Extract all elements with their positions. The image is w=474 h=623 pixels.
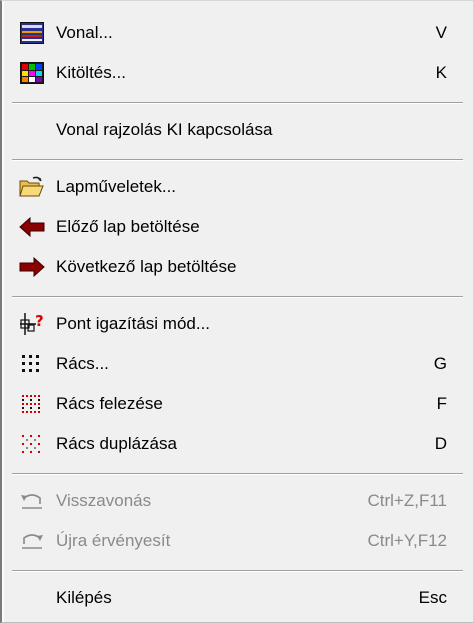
menu-separator: [12, 159, 463, 161]
menu-item-label: Vonal rajzolás KI kapcsolása: [56, 120, 273, 139]
menu-item-label: Kitöltés...: [56, 63, 126, 82]
grid-icon: [18, 350, 46, 378]
menu-item-label: Rács duplázása: [56, 434, 177, 453]
menu-item-grid-double[interactable]: Rács duplázása D: [2, 426, 473, 462]
menu-item-shortcut: G: [433, 354, 447, 373]
menu-item-label: Következő lap betöltése: [56, 257, 237, 276]
arrow-left-icon: [18, 213, 46, 241]
menu-item-label: Rács felezése: [56, 394, 163, 413]
menu-item-label: Lapműveletek...: [56, 177, 177, 196]
menu-item-exit[interactable]: Kilépés Esc: [2, 580, 473, 616]
menu-item-label: Előző lap betöltése: [56, 217, 200, 236]
menu-item-undo[interactable]: Visszavonás Ctrl+Z,F11: [2, 483, 473, 519]
menu-item-previous-page[interactable]: Előző lap betöltése: [2, 209, 473, 245]
menu-item-snap-mode[interactable]: ? Pont igazítási mód...: [2, 306, 473, 342]
menu-item-next-page[interactable]: Következő lap betöltése: [2, 249, 473, 285]
context-menu: Vonal... V Kitöltés... K Vonal rajzolás …: [0, 0, 474, 623]
menu-item-grid[interactable]: Rács... G: [2, 346, 473, 382]
menu-item-grid-halve[interactable]: Rács felezése F: [2, 386, 473, 422]
menu-item-label: Kilépés: [56, 588, 112, 607]
menu-item-line[interactable]: Vonal... V: [2, 15, 473, 51]
arrow-right-icon: [18, 253, 46, 281]
menu-item-label: Visszavonás: [56, 491, 152, 510]
menu-item-label: Pont igazítási mód...: [56, 314, 211, 333]
menu-item-shortcut: F: [436, 394, 447, 413]
svg-text:?: ?: [35, 312, 44, 330]
open-folder-icon: [18, 173, 46, 201]
fill-palette-icon: [18, 59, 46, 87]
snap-point-icon: ?: [18, 310, 46, 338]
menu-item-page-operations[interactable]: Lapműveletek...: [2, 169, 473, 205]
line-style-icon: [18, 19, 46, 47]
menu-item-shortcut: V: [435, 23, 447, 42]
menu-item-shortcut: K: [435, 63, 447, 82]
menu-item-toggle-line-drawing[interactable]: Vonal rajzolás KI kapcsolása: [2, 112, 473, 148]
menu-item-label: Rács...: [56, 354, 109, 373]
grid-double-icon: [18, 430, 46, 458]
menu-item-fill[interactable]: Kitöltés... K: [2, 55, 473, 91]
grid-halve-icon: [18, 390, 46, 418]
menu-item-shortcut: Ctrl+Y,F12: [367, 531, 447, 550]
menu-separator: [12, 473, 463, 475]
menu-item-shortcut: Ctrl+Z,F11: [367, 491, 447, 510]
menu-item-label: Újra érvényesít: [56, 531, 171, 550]
menu-separator: [12, 296, 463, 298]
menu-item-shortcut: D: [434, 434, 447, 453]
redo-icon: [18, 527, 46, 555]
menu-item-redo[interactable]: Újra érvényesít Ctrl+Y,F12: [2, 523, 473, 559]
undo-icon: [18, 487, 46, 515]
menu-separator: [12, 570, 463, 572]
menu-item-shortcut: Esc: [418, 588, 447, 607]
menu-item-label: Vonal...: [56, 23, 113, 42]
menu-separator: [12, 102, 463, 104]
